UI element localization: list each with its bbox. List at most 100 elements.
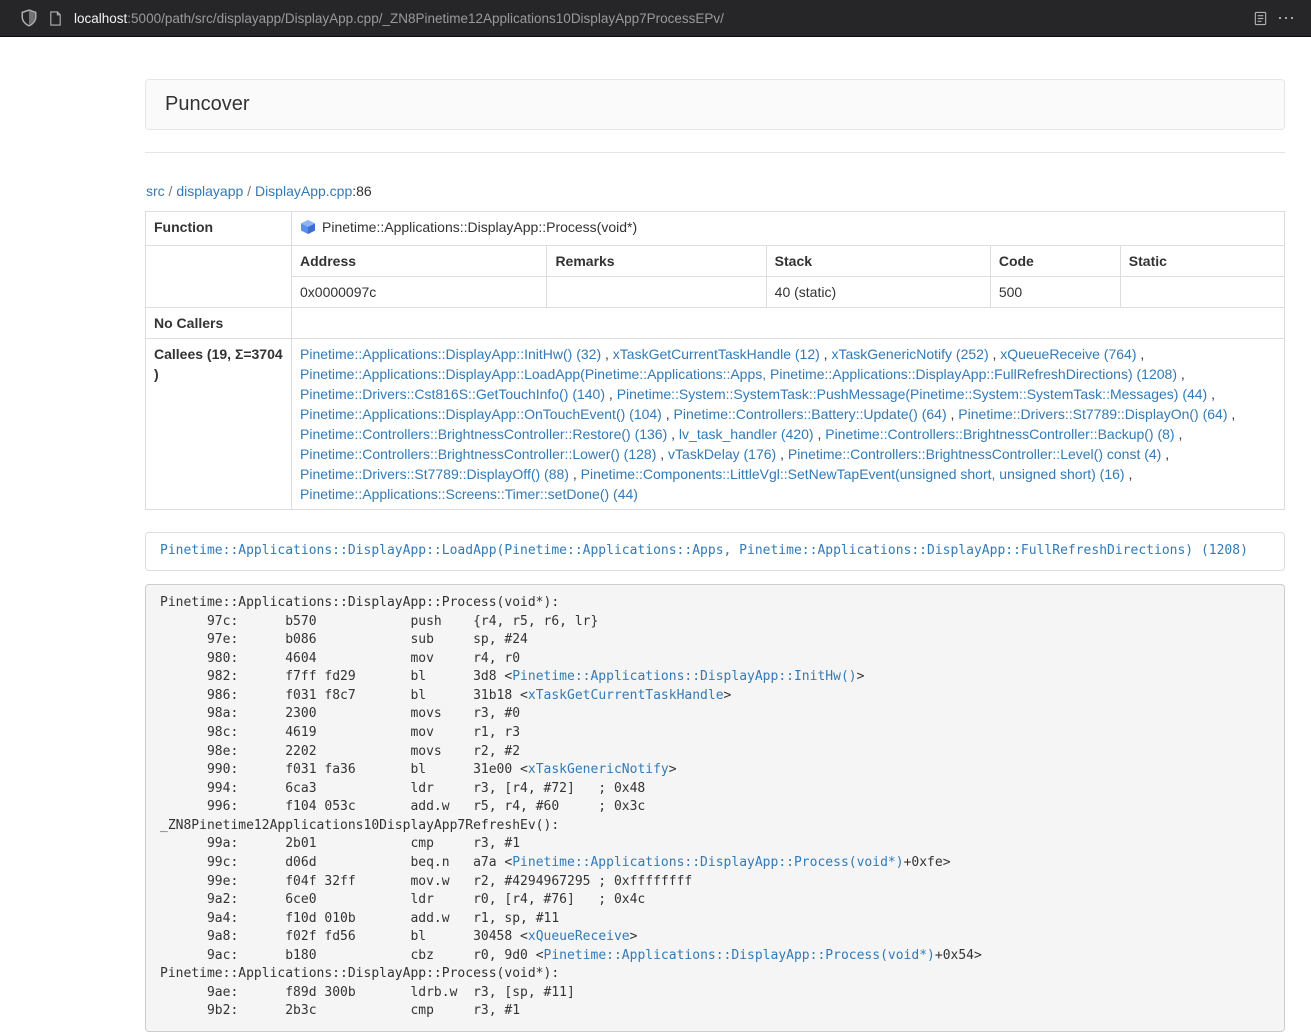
disasm-line: 99c: d06d beq.n a7a <Pinetime::Applicati… (160, 854, 1270, 873)
disasm-text: 99c: d06d beq.n a7a < (160, 855, 512, 870)
callee-link[interactable]: Pinetime::Applications::DisplayApp::Load… (300, 366, 1177, 382)
callee-separator: , (601, 346, 613, 362)
disasm-text: 98a: 2300 movs r3, #0 (160, 706, 520, 721)
stats-header-cell: Code (990, 246, 1120, 277)
reader-mode-icon-svg (1253, 11, 1268, 26)
disasm-symbol-link[interactable]: xTaskGenericNotify (528, 762, 669, 777)
callee-separator: , (1228, 406, 1236, 422)
url-bar[interactable]: localhost:5000/path/src/displayapp/Displ… (74, 11, 1247, 26)
callee-link[interactable]: Pinetime::Controllers::BrightnessControl… (788, 446, 1161, 462)
disasm-line: _ZN8Pinetime12Applications10DisplayApp7R… (160, 817, 1270, 836)
disasm-text: > (669, 762, 677, 777)
stats-header-row: AddressRemarksStackCodeStatic (292, 246, 1284, 277)
callee-separator: , (1175, 426, 1183, 442)
callee-link[interactable]: Pinetime::Applications::DisplayApp::OnTo… (300, 406, 662, 422)
callee-link[interactable]: Pinetime::Drivers::St7789::DisplayOff() … (300, 466, 569, 482)
disasm-line: 98e: 2202 movs r2, #2 (160, 743, 1270, 762)
shield-icon-svg (20, 9, 38, 27)
callee-link[interactable]: Pinetime::Controllers::BrightnessControl… (825, 426, 1174, 442)
stats-header-cell: Remarks (547, 246, 766, 277)
disasm-line: 980: 4604 mov r4, r0 (160, 650, 1270, 669)
callee-link[interactable]: xQueueReceive (764) (1000, 346, 1136, 362)
disasm-text: 982: f7ff fd29 bl 3d8 < (160, 669, 512, 684)
callee-link[interactable]: Pinetime::Applications::Screens::Timer::… (300, 486, 638, 502)
disasm-line: 97c: b570 push {r4, r5, r6, lr} (160, 613, 1270, 632)
disasm-text: > (724, 688, 732, 703)
disasm-symbol-link[interactable]: Pinetime::Applications::DisplayApp::Proc… (512, 855, 903, 870)
page-icon (42, 5, 68, 31)
function-name: Pinetime::Applications::DisplayApp::Proc… (322, 219, 637, 235)
callees-cell: Pinetime::Applications::DisplayApp::Init… (292, 339, 1285, 510)
disasm-line: 990: f031 fa36 bl 31e00 <xTaskGenericNot… (160, 761, 1270, 780)
callee-separator: , (1207, 386, 1215, 402)
divider (145, 152, 1285, 153)
url-host: localhost (74, 11, 127, 26)
disasm-text: Pinetime::Applications::DisplayApp::Proc… (160, 966, 559, 981)
reader-mode-icon[interactable] (1247, 5, 1273, 31)
function-row: Function Pinetime::Applications::Display… (146, 212, 1285, 246)
breadcrumb-line-number: :86 (352, 183, 371, 199)
stats-value-cell: 0x0000097c (292, 277, 547, 308)
breadcrumb-separator: / (243, 183, 255, 199)
disasm-text: 9a8: f02f fd56 bl 30458 < (160, 929, 528, 944)
disasm-symbol-link[interactable]: Pinetime::Applications::DisplayApp::Proc… (544, 948, 935, 963)
disasm-line: 994: 6ca3 ldr r3, [r4, #72] ; 0x48 (160, 780, 1270, 799)
highlighted-symbol-box: Pinetime::Applications::DisplayApp::Load… (145, 532, 1285, 571)
disasm-text: 994: 6ca3 ldr r3, [r4, #72] ; 0x48 (160, 781, 645, 796)
breadcrumb-link[interactable]: src (146, 183, 165, 199)
disasm-text: > (630, 929, 638, 944)
disasm-text: 990: f031 fa36 bl 31e00 < (160, 762, 528, 777)
breadcrumb: src / displayapp / DisplayApp.cpp:86 (146, 181, 1285, 201)
disasm-symbol-link[interactable]: xTaskGetCurrentTaskHandle (528, 688, 724, 703)
stats-value-cell (1120, 277, 1284, 308)
disasm-line: 986: f031 f8c7 bl 31b18 <xTaskGetCurrent… (160, 687, 1270, 706)
disasm-text: 996: f104 053c add.w r5, r4, #60 ; 0x3c (160, 799, 645, 814)
url-path: :5000/path/src/displayapp/DisplayApp.cpp… (127, 11, 724, 26)
callee-separator: , (662, 406, 674, 422)
method-icon (300, 219, 316, 240)
callee-separator: , (1161, 446, 1169, 462)
stats-value-cell: 40 (static) (766, 277, 990, 308)
shield-icon[interactable] (16, 5, 42, 31)
breadcrumb-link[interactable]: DisplayApp.cpp (255, 183, 352, 199)
disasm-line: 982: f7ff fd29 bl 3d8 <Pinetime::Applica… (160, 668, 1270, 687)
disasm-text: Pinetime::Applications::DisplayApp::Proc… (160, 595, 559, 610)
callee-link[interactable]: lv_task_handler (420) (679, 426, 814, 442)
callee-link[interactable]: xTaskGenericNotify (252) (831, 346, 988, 362)
function-row-label: Function (146, 212, 292, 246)
disasm-symbol-link[interactable]: xQueueReceive (528, 929, 630, 944)
disasm-text: 99a: 2b01 cmp r3, #1 (160, 836, 520, 851)
function-name-cell: Pinetime::Applications::DisplayApp::Proc… (292, 212, 1285, 246)
callee-link[interactable]: Pinetime::Controllers::BrightnessControl… (300, 426, 667, 442)
highlighted-symbol-link[interactable]: Pinetime::Applications::DisplayApp::Load… (160, 543, 1248, 558)
no-callers-cell (292, 308, 1285, 339)
callee-link[interactable]: Pinetime::System::SystemTask::PushMessag… (617, 386, 1208, 402)
disasm-line: Pinetime::Applications::DisplayApp::Proc… (160, 594, 1270, 613)
disasm-text: 986: f031 f8c7 bl 31b18 < (160, 688, 528, 703)
callee-link[interactable]: Pinetime::Drivers::Cst816S::GetTouchInfo… (300, 386, 605, 402)
disasm-text: 980: 4604 mov r4, r0 (160, 651, 520, 666)
app-header: Puncover (145, 79, 1285, 130)
page-content: Puncover src / displayapp / DisplayApp.c… (145, 79, 1285, 1032)
stats-header-cell: Stack (766, 246, 990, 277)
disasm-text: 9a4: f10d 010b add.w r1, sp, #11 (160, 911, 559, 926)
callee-separator: , (989, 346, 1001, 362)
breadcrumb-link[interactable]: displayapp (176, 183, 243, 199)
kebab-menu-icon[interactable]: ⋯ (1273, 5, 1299, 31)
disasm-line: Pinetime::Applications::DisplayApp::Proc… (160, 965, 1270, 984)
callee-separator: , (1177, 366, 1185, 382)
callee-separator: , (569, 466, 581, 482)
disasm-text: 97c: b570 push {r4, r5, r6, lr} (160, 614, 598, 629)
callee-link[interactable]: Pinetime::Components::LittleVgl::SetNewT… (581, 466, 1125, 482)
callee-link[interactable]: xTaskGetCurrentTaskHandle (12) (613, 346, 820, 362)
breadcrumb-separator: / (165, 183, 177, 199)
stats-value-cell: 500 (990, 277, 1120, 308)
callee-link[interactable]: Pinetime::Drivers::St7789::DisplayOn() (… (958, 406, 1227, 422)
callee-link[interactable]: Pinetime::Applications::DisplayApp::Init… (300, 346, 601, 362)
callee-separator: , (1125, 466, 1133, 482)
callee-link[interactable]: Pinetime::Controllers::BrightnessControl… (300, 446, 656, 462)
callee-link[interactable]: vTaskDelay (176) (668, 446, 776, 462)
disasm-text: 9a2: 6ce0 ldr r0, [r4, #76] ; 0x4c (160, 892, 645, 907)
disasm-symbol-link[interactable]: Pinetime::Applications::DisplayApp::Init… (512, 669, 856, 684)
callee-link[interactable]: Pinetime::Controllers::Battery::Update()… (674, 406, 947, 422)
